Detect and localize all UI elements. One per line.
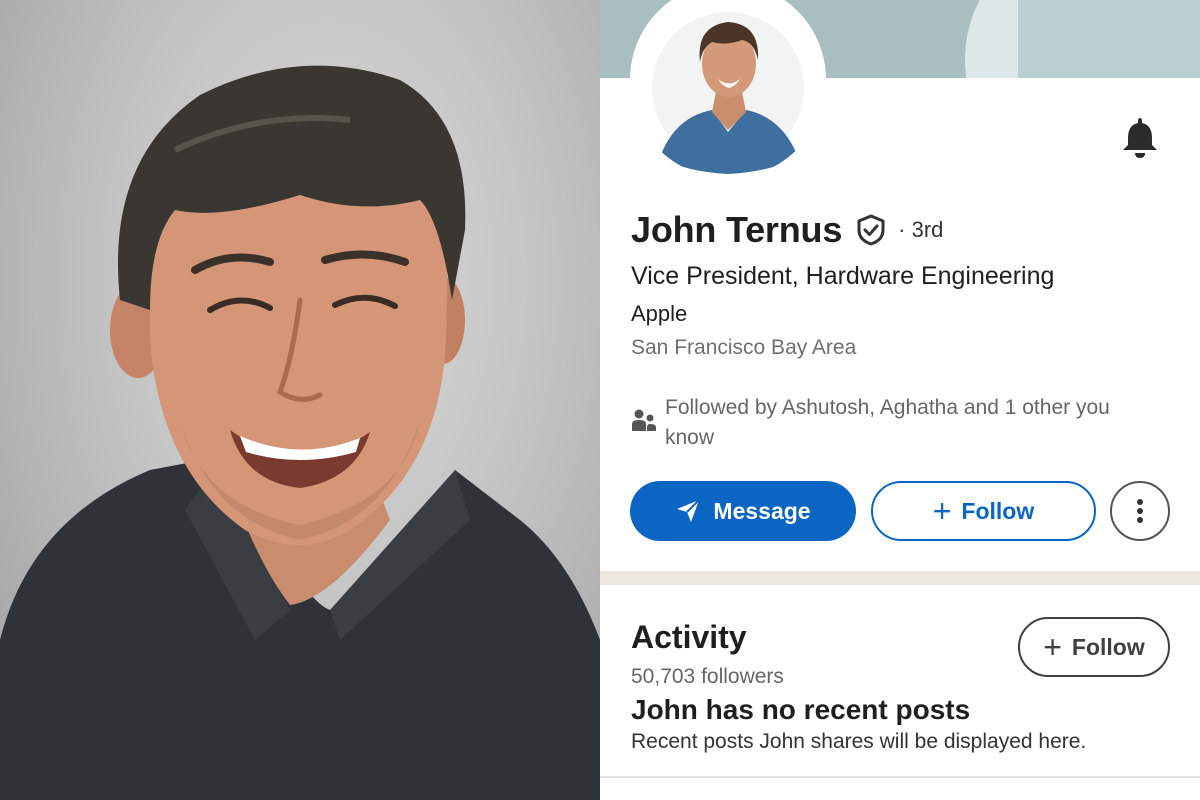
profile-location: San Francisco Bay Area: [631, 336, 857, 359]
activity-title: Activity: [631, 619, 747, 655]
message-button-label: Message: [713, 497, 811, 524]
mutual-connections[interactable]: Followed by Ashutosh, Aghatha and 1 othe…: [665, 393, 1145, 453]
activity-follow-label: Follow: [1071, 633, 1145, 660]
more-vertical-icon: [1137, 499, 1143, 523]
follow-button-label: Follow: [961, 497, 1035, 524]
profile-company[interactable]: Apple: [631, 301, 687, 327]
more-options-button[interactable]: [1110, 481, 1170, 541]
bell-icon[interactable]: [1118, 114, 1162, 160]
profile-card: John Ternus · 3rd Vice President, Hardwa…: [600, 0, 1200, 800]
plus-icon: +: [1043, 629, 1062, 665]
name-row: John Ternus · 3rd: [631, 206, 943, 254]
activity-followers-count: 50,703 followers: [631, 665, 784, 688]
profile-headline: Vice President, Hardware Engineering: [631, 262, 1055, 290]
portrait-photo: [0, 0, 600, 800]
empty-posts-title: John has no recent posts: [631, 694, 971, 725]
avatar-illustration: [630, 0, 826, 178]
activity-follow-button[interactable]: + Follow: [1018, 617, 1170, 677]
portrait-illustration: [0, 65, 600, 800]
message-button[interactable]: Message: [630, 481, 856, 541]
send-icon: [677, 499, 701, 522]
plus-icon: +: [932, 493, 952, 529]
section-divider: [600, 571, 1200, 585]
profile-name: John Ternus: [631, 209, 843, 250]
avatar[interactable]: [630, 0, 826, 178]
follow-button[interactable]: + Follow: [871, 481, 1096, 541]
people-icon: [632, 409, 656, 431]
bottom-divider: [600, 776, 1200, 778]
empty-posts-description: Recent posts John shares will be display…: [631, 730, 1087, 753]
verified-shield-icon[interactable]: [854, 213, 888, 247]
connection-degree: · 3rd: [898, 217, 944, 242]
